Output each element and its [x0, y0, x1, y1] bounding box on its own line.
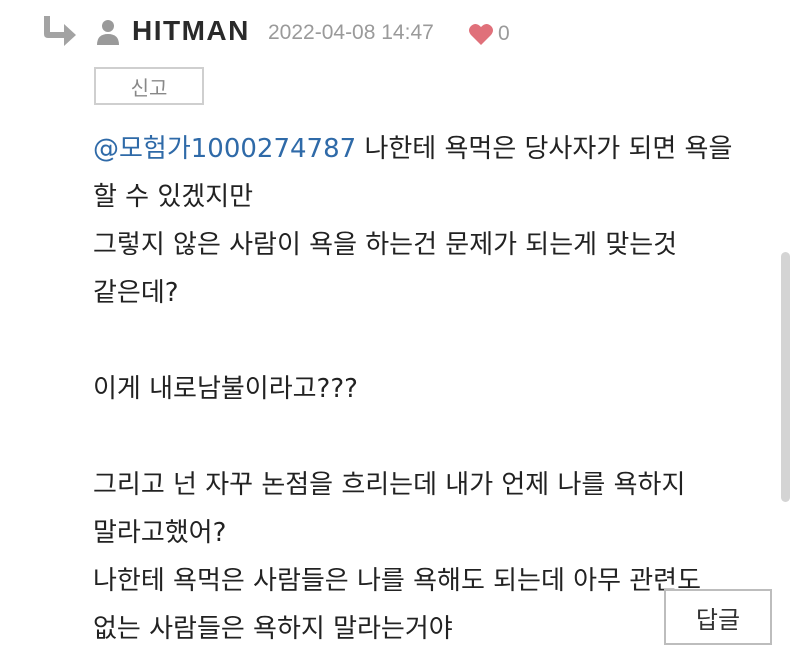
- author-name[interactable]: HITMAN: [132, 15, 250, 47]
- scrollbar-thumb[interactable]: [781, 252, 790, 502]
- comment-line-text: 나한테 욕먹은 당사자가 되면 욕을: [356, 134, 733, 164]
- comment-line: @모험가1000274787 나한테 욕먹은 당사자가 되면 욕을: [93, 125, 763, 173]
- like-count: 0: [498, 22, 510, 45]
- comment-line: 같은데?: [93, 278, 179, 308]
- comment-line: 없는 사람들은 욕하지 말라는거야: [93, 614, 453, 644]
- report-button[interactable]: 신고: [94, 67, 204, 105]
- user-icon: [97, 20, 119, 45]
- comment-line: [93, 317, 763, 365]
- comment-line: [93, 413, 763, 461]
- like-button[interactable]: 0: [468, 20, 510, 48]
- comment-line: 그리고 넌 자꾸 논점을 흐리는데 내가 언제 나를 욕하지: [93, 470, 686, 500]
- comment-line: 나한테 욕먹은 사람들은 나를 욕해도 되는데 아무 관련도: [93, 566, 702, 596]
- comment-line: 할 수 있겠지만: [93, 182, 254, 212]
- heart-icon: [469, 23, 493, 45]
- comment-line: 이게 내로남불이라고???: [93, 374, 358, 404]
- reply-arrow-icon: [44, 16, 76, 46]
- comment-line: 그렇지 않은 사람이 욕을 하는건 문제가 되는게 맞는것: [93, 230, 678, 260]
- comment-line: 말라고했어?: [93, 518, 227, 548]
- reply-button[interactable]: 답글: [664, 589, 772, 645]
- scrollbar[interactable]: [781, 252, 791, 502]
- comment-timestamp: 2022-04-08 14:47: [268, 21, 434, 44]
- mention-link[interactable]: @모험가1000274787: [93, 134, 356, 164]
- comment-body: @모험가1000274787 나한테 욕먹은 당사자가 되면 욕을 할 수 있겠…: [93, 125, 763, 653]
